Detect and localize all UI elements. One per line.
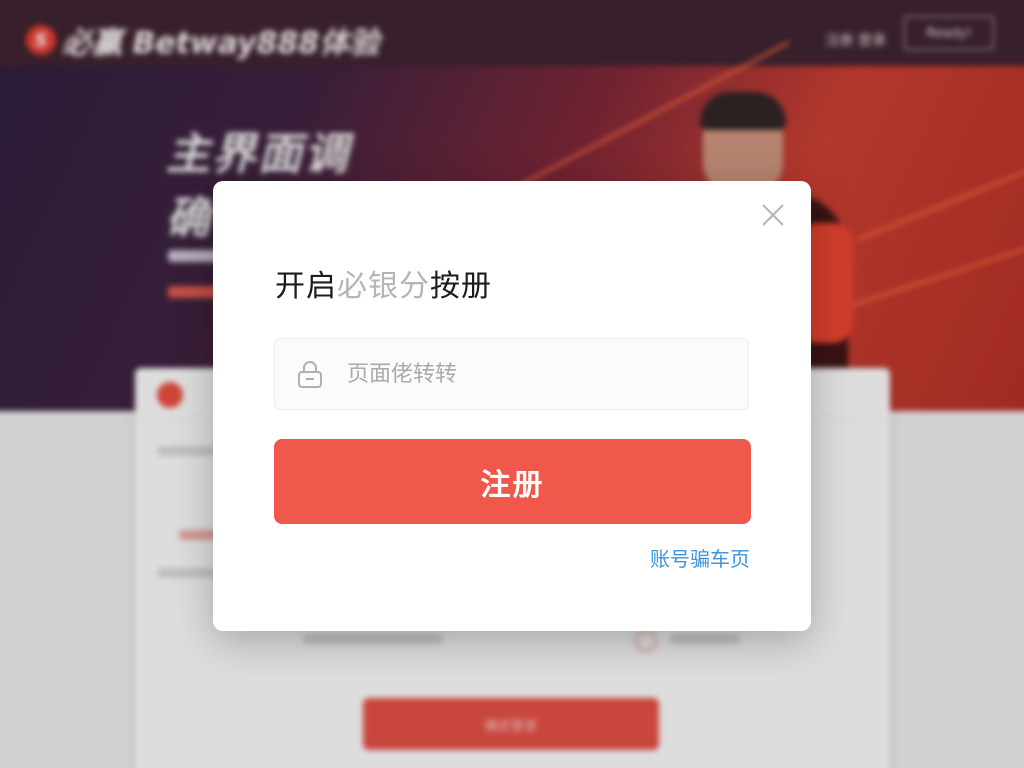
modal-title: 开启必银分按册: [275, 261, 492, 305]
close-button[interactable]: [759, 201, 787, 229]
register-button[interactable]: 注册: [274, 439, 751, 524]
code-input[interactable]: [345, 360, 729, 388]
close-icon: [762, 204, 784, 226]
modal-title-suffix: 按册: [430, 269, 492, 304]
modal-title-prefix: 开启: [275, 269, 337, 304]
account-help-link[interactable]: 账号骗车页: [650, 543, 750, 572]
code-input-field[interactable]: [274, 338, 749, 410]
register-modal: 开启必银分按册 注册 账号骗车页: [213, 181, 811, 631]
page: S 必赢 Betway888体验 注册 登录 Ready! 主界面调 确 确定登…: [0, 0, 1024, 768]
lock-icon: [298, 361, 322, 388]
modal-title-muted: 必银分: [337, 269, 430, 304]
